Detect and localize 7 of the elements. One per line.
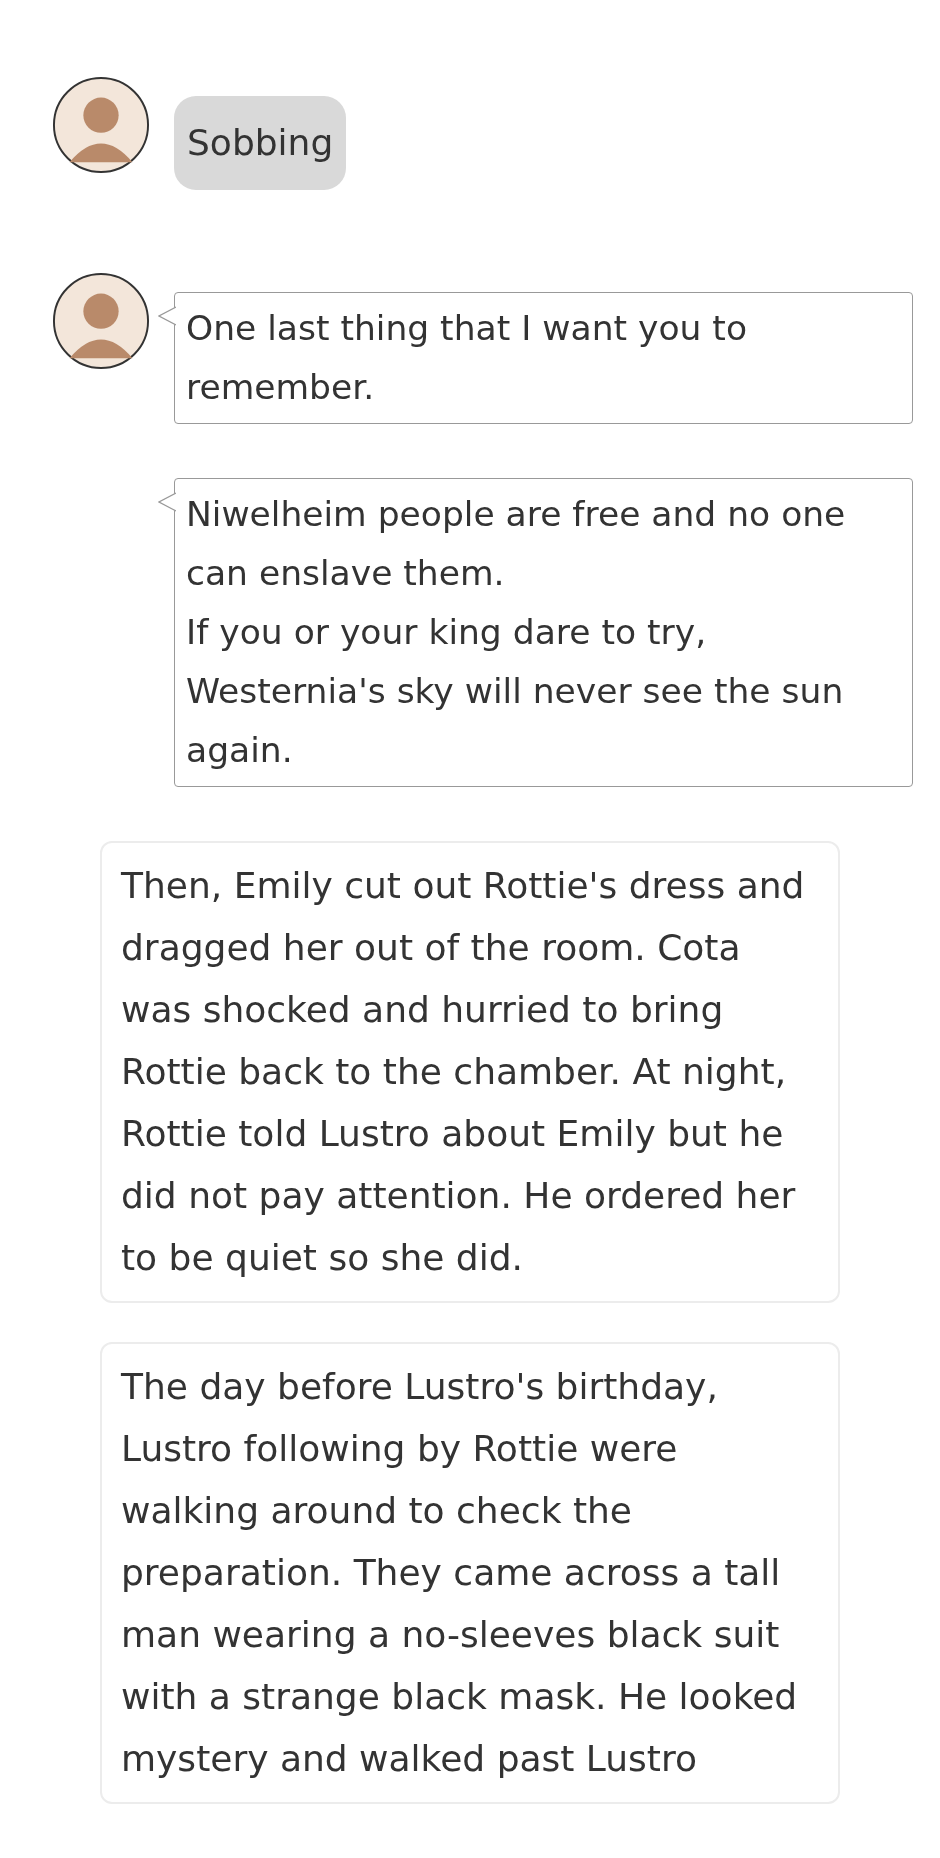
narration-card: The day before Lustro's birthday, Lustro following by Rottie were walking around to check the preparation. They came across a tall man wearing a no-sleeves black suit with a strange black mask. He looked mystery and walked past Lustro — [100, 1342, 840, 1804]
speech-bubble: One last thing that I want you to remember. — [174, 292, 913, 424]
speech-bubble: Niwelheim people are free and no one can enslave them. If you or your king dare to try, Westernia's sky will never see the sun again. — [174, 478, 913, 787]
narration-card: Then, Emily cut out Rottie's dress and dragged her out of the room. Cota was shocked and hurried to bring Rottie back to the chamber. At night, Rottie told Lustro about Emily but he did not pay attention. He ordered her to be quiet so she did. — [100, 841, 840, 1303]
bubble-tail-icon — [158, 306, 176, 326]
chat-bubble: Sobbing — [174, 96, 347, 190]
bubble-tail-icon — [158, 492, 176, 512]
